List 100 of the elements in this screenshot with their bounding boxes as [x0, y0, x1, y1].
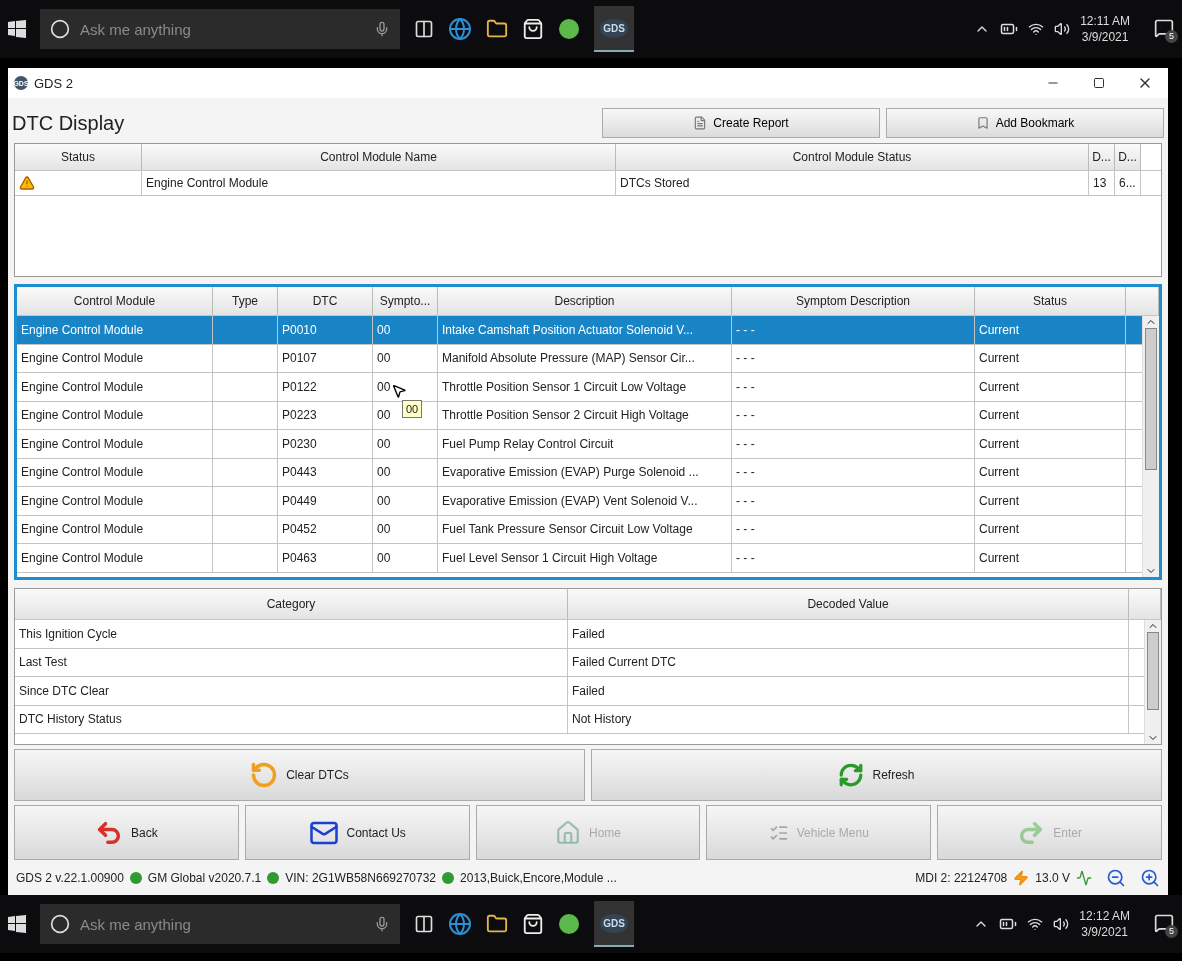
- column-header[interactable]: Type: [213, 287, 278, 315]
- table-cell: Manifold Absolute Pressure (MAP) Sensor Cir...: [438, 344, 732, 372]
- table-cell: Current: [975, 344, 1126, 372]
- scrollbar-thumb[interactable]: [1145, 328, 1157, 470]
- volume-icon[interactable]: [1054, 21, 1071, 37]
- store-bag-icon[interactable]: [522, 18, 544, 40]
- table-cell: Last Test: [15, 648, 568, 676]
- dtc-row[interactable]: Engine Control Module P0010 00 Intake Camshaft Position Actuator Solenoid V... - - - Current: [17, 316, 1142, 345]
- contact-button[interactable]: Contact Us: [244, 805, 470, 860]
- scrollbar[interactable]: [1142, 316, 1159, 577]
- wifi-icon[interactable]: [1028, 21, 1045, 37]
- task-view-icon[interactable]: [414, 914, 434, 934]
- table-cell: Current: [975, 316, 1126, 344]
- notifications-icon[interactable]: [1154, 912, 1174, 933]
- dtc-row[interactable]: Engine Control Module P0122 00 Throttle Position Sensor 1 Circuit Low Voltage - - - Current: [17, 373, 1142, 402]
- microphone-icon[interactable]: [374, 916, 390, 932]
- microphone-icon[interactable]: [374, 21, 390, 37]
- table-cell: 6...: [1115, 171, 1141, 195]
- refresh-button[interactable]: Refresh: [591, 749, 1162, 801]
- task-view-icon[interactable]: [414, 19, 434, 39]
- column-header[interactable]: Description: [438, 287, 732, 315]
- page-title: DTC Display: [11, 111, 125, 135]
- table-cell: Evaporative Emission (EVAP) Purge Solenoid ...: [438, 458, 732, 486]
- table-cell: 00: [373, 458, 438, 486]
- search-input[interactable]: Ask me anything: [78, 19, 366, 39]
- table-cell: - - -: [732, 515, 975, 543]
- dtc-row[interactable]: Engine Control Module P0449 00 Evaporative Emission (EVAP) Vent Solenoid V... - - - Current: [17, 487, 1142, 516]
- clock[interactable]: 12:11 AM 3/9/2021: [1080, 13, 1130, 45]
- document-icon: [693, 116, 708, 130]
- dtc-row[interactable]: Engine Control Module P0107 00 Manifold Absolute Pressure (MAP) Sensor Cir... - - - Current: [17, 344, 1142, 373]
- zoom-out-icon[interactable]: [1106, 868, 1126, 888]
- table-cell: Current: [975, 544, 1126, 572]
- dtc-row[interactable]: Engine Control Module P0443 00 Evaporative Emission (EVAP) Purge Solenoid ... - - - Current: [17, 458, 1142, 487]
- table-cell: Fuel Tank Pressure Sensor Circuit Low Voltage: [438, 515, 732, 543]
- scrollbar[interactable]: [1144, 620, 1161, 744]
- notification-count: 5: [1165, 924, 1178, 938]
- table-cell: 00: [373, 344, 438, 372]
- zoom-in-icon[interactable]: [1140, 868, 1160, 888]
- status-text: VIN: 2G1WB58N669270732: [285, 871, 437, 885]
- lightning-icon: [1013, 870, 1030, 886]
- table-cell: Engine Control Module: [142, 171, 616, 195]
- gds-taskbar-button[interactable]: GDS: [594, 901, 634, 947]
- table-cell: P0463: [278, 544, 373, 572]
- table-cell: Evaporative Emission (EVAP) Vent Solenoid V...: [438, 487, 732, 515]
- column-header[interactable]: Status: [15, 144, 142, 170]
- table-cell: Fuel Level Sensor 1 Circuit High Voltage: [438, 544, 732, 572]
- column-header[interactable]: Category: [15, 589, 568, 619]
- column-header[interactable]: Status: [975, 287, 1126, 315]
- add-bookmark-button[interactable]: Add Bookmark: [886, 108, 1164, 138]
- wifi-icon[interactable]: [1027, 916, 1044, 932]
- table-cell: DTC History Status: [15, 705, 568, 733]
- store-bag-icon[interactable]: [522, 913, 544, 935]
- table-cell: - - -: [732, 344, 975, 372]
- table-cell: Engine Control Module: [17, 487, 213, 515]
- table-cell: Current: [975, 430, 1126, 458]
- table-cell: P0230: [278, 430, 373, 458]
- dtc-row[interactable]: Engine Control Module P0230 00 Fuel Pump Relay Control Circuit - - - Current: [17, 430, 1142, 459]
- dtc-row[interactable]: Engine Control Module P0463 00 Fuel Level Sensor 1 Circuit High Voltage - - - Current: [17, 544, 1142, 573]
- column-header[interactable]: D...: [1115, 144, 1141, 170]
- table-cell: Engine Control Module: [17, 316, 213, 344]
- clock[interactable]: 12:12 AM 3/9/2021: [1079, 908, 1130, 940]
- clear-dtcs-button[interactable]: Clear DTCs: [14, 749, 585, 801]
- table-cell: 00: [373, 487, 438, 515]
- table-cell: P0122: [278, 373, 373, 401]
- column-header[interactable]: Sympto...: [373, 287, 438, 315]
- column-header[interactable]: Control Module: [17, 287, 213, 315]
- column-header[interactable]: Control Module Status: [616, 144, 1089, 170]
- folder-icon[interactable]: [486, 913, 508, 935]
- search-input[interactable]: Ask me anything: [78, 914, 366, 934]
- table-cell: Current: [975, 458, 1126, 486]
- mdi-label: MDI 2: 22124708: [915, 871, 1008, 885]
- notifications-icon[interactable]: [1154, 17, 1174, 38]
- table-cell: Intake Camshaft Position Actuator Solenoid V...: [438, 316, 732, 344]
- windows-start-icon[interactable]: [8, 20, 26, 38]
- search-field[interactable]: Ask me anything: [40, 904, 400, 944]
- table-cell: 00: [373, 316, 438, 344]
- browser-icon[interactable]: [448, 912, 472, 936]
- folder-icon[interactable]: [486, 18, 508, 40]
- column-header[interactable]: DTC: [278, 287, 373, 315]
- column-header[interactable]: D...: [1089, 144, 1115, 170]
- gds-taskbar-button[interactable]: GDS: [594, 6, 634, 52]
- bookmark-icon: [975, 116, 990, 130]
- column-header[interactable]: Control Module Name: [142, 144, 616, 170]
- back-button[interactable]: Back: [14, 805, 239, 860]
- scrollbar-thumb[interactable]: [1147, 632, 1159, 710]
- volume-icon[interactable]: [1053, 916, 1070, 932]
- windows-start-icon[interactable]: [8, 915, 26, 933]
- table-cell: - - -: [732, 401, 975, 429]
- tooltip: 00: [402, 400, 423, 418]
- table-cell: 00: [373, 544, 438, 572]
- warning-icon: [19, 175, 35, 191]
- table-cell: Engine Control Module: [17, 515, 213, 543]
- table-cell: 00: [373, 515, 438, 543]
- dtc-row[interactable]: Engine Control Module P0452 00 Fuel Tank Pressure Sensor Circuit Low Voltage - - - Current: [17, 515, 1142, 544]
- column-header[interactable]: Symptom Description: [732, 287, 975, 315]
- create-report-button[interactable]: Create Report: [602, 108, 880, 138]
- browser-icon[interactable]: [448, 17, 472, 41]
- status-text: GDS 2 v.22.1.00900: [16, 871, 124, 885]
- column-header[interactable]: Decoded Value: [568, 589, 1129, 619]
- search-field[interactable]: Ask me anything: [40, 9, 400, 49]
